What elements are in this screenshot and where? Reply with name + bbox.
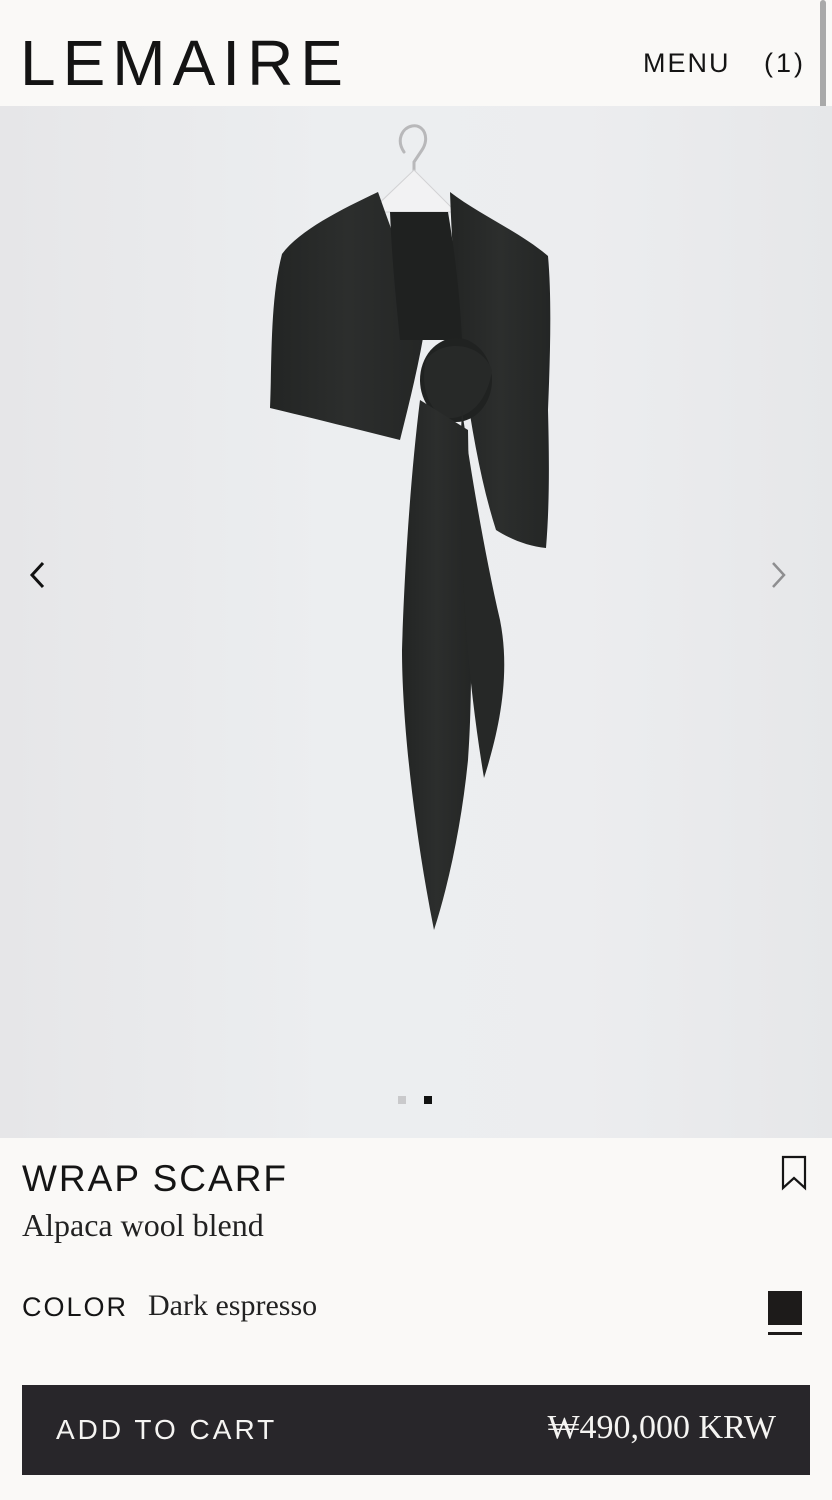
- product-image-gallery[interactable]: [0, 106, 832, 1138]
- wishlist-button[interactable]: [779, 1155, 809, 1191]
- pagination-dot-2-active[interactable]: [424, 1096, 432, 1104]
- previous-image-button[interactable]: [26, 560, 66, 600]
- product-material: Alpaca wool blend: [22, 1207, 264, 1243]
- chevron-right-icon: [772, 562, 786, 588]
- gallery-pagination: [396, 1096, 438, 1106]
- chevron-left-icon: [29, 561, 45, 589]
- product-title: WRAP SCARF: [22, 1158, 289, 1199]
- cart-count-button[interactable]: (1): [764, 46, 806, 80]
- color-value: Dark espresso: [148, 1289, 318, 1322]
- brand-logo[interactable]: LEMAIRE: [20, 28, 350, 98]
- bookmark-icon: [781, 1155, 807, 1191]
- product-price: ₩490,000 KRW: [547, 1409, 776, 1446]
- menu-button[interactable]: MENU: [643, 46, 731, 80]
- add-to-cart-button[interactable]: ADD TO CART ₩490,000 KRW: [22, 1385, 810, 1475]
- add-to-cart-label: ADD TO CART: [56, 1414, 278, 1445]
- product-image: [270, 124, 551, 930]
- swatch-selected-indicator: [768, 1332, 802, 1335]
- site-header: LEMAIRE MENU (1): [0, 0, 832, 106]
- next-image-button[interactable]: [766, 560, 806, 600]
- pagination-dot-1[interactable]: [398, 1096, 406, 1104]
- color-swatch-dark-espresso[interactable]: [768, 1291, 802, 1325]
- color-label: COLOR: [22, 1292, 129, 1322]
